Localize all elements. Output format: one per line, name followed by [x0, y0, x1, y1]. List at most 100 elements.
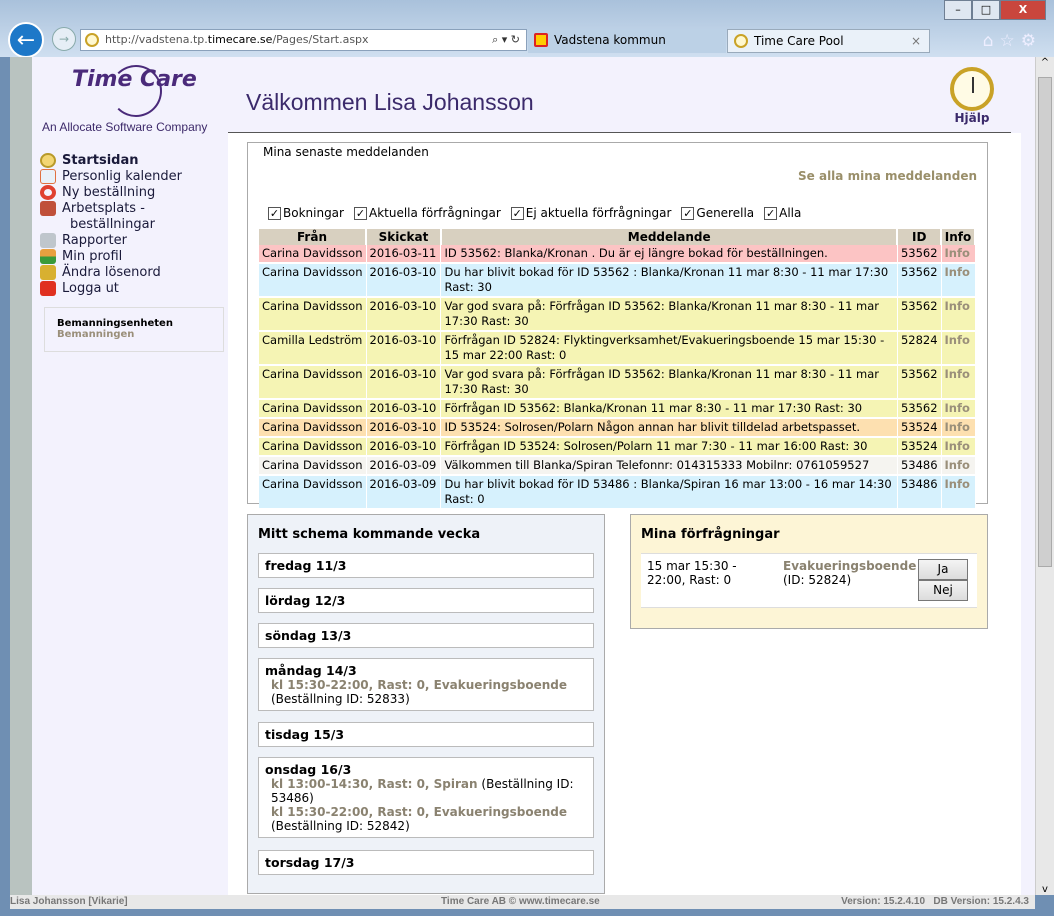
sidebar-item-profil[interactable]: Min profil: [40, 249, 182, 265]
sidebar-item-kalender[interactable]: Personlig kalender: [40, 169, 182, 185]
message-row[interactable]: Carina Davidsson 2016-03-10 Förfrågan ID 5…: [259, 437, 976, 457]
col-header-meddelande[interactable]: Meddelande: [440, 229, 899, 245]
msg-info-link[interactable]: Info: [941, 437, 976, 457]
msg-sent: 2016-03-11: [366, 245, 442, 264]
message-row[interactable]: Carina Davidsson 2016-03-10 ID 53524: Solr…: [259, 418, 976, 438]
msg-info-link[interactable]: Info: [941, 365, 976, 400]
nav-label: Ändra lösenord: [62, 265, 161, 280]
filter-label: Bokningar: [283, 206, 344, 220]
msg-sent: 2016-03-09: [366, 456, 442, 476]
message-row[interactable]: Camilla Ledström 2016-03-10 Förfrågan ID 5…: [259, 331, 976, 366]
sidebar-item-rapporter[interactable]: Rapporter: [40, 233, 182, 249]
msg-info-link[interactable]: Info: [941, 245, 976, 264]
maximize-button[interactable]: □: [972, 0, 1000, 20]
sidebar-item-logga-ut[interactable]: Logga ut: [40, 281, 182, 297]
day-label: tisdag 15/3: [265, 727, 345, 742]
accept-button[interactable]: Ja: [918, 559, 968, 580]
filter-generella[interactable]: ✓ Generella: [681, 206, 754, 220]
see-all-messages-link[interactable]: Se alla mina meddelanden: [798, 169, 977, 183]
tab-close-icon[interactable]: ×: [911, 30, 921, 52]
vertical-scrollbar[interactable]: ^ v: [1035, 57, 1054, 895]
checkbox-checked[interactable]: ✓: [353, 206, 367, 220]
message-row[interactable]: Carina Davidsson 2016-03-11 ID 53562: Blan…: [259, 245, 976, 264]
checkbox-checked[interactable]: ✓: [510, 206, 524, 220]
clock-icon: [40, 153, 56, 168]
logo[interactable]: Time Care: [72, 67, 197, 92]
sidebar-item-ny-bestallning[interactable]: Ny beställning: [40, 185, 182, 201]
checkbox-checked[interactable]: ✓: [268, 206, 281, 220]
gear-icon[interactable]: ⚙: [1021, 31, 1042, 51]
msg-info-link[interactable]: Info: [941, 331, 976, 366]
clock-icon: [950, 67, 994, 111]
day-label: onsdag 16/3: [265, 762, 352, 777]
message-row[interactable]: Carina Davidsson 2016-03-10 Var god svara …: [259, 297, 976, 332]
status-copyright[interactable]: Time Care AB © www.timecare.se: [441, 896, 600, 907]
request-id: (ID: 52824): [783, 573, 852, 587]
sidebar-item-arbetsplats[interactable]: Arbetsplats - beställningar: [40, 201, 182, 233]
shift-time[interactable]: kl 15:30-22:00, Rast: 0, Evakueringsboen…: [271, 678, 567, 692]
star-icon[interactable]: ☆: [1000, 31, 1021, 51]
message-row[interactable]: Carina Davidsson 2016-03-10 Var god svara …: [259, 365, 976, 400]
msg-text: Välkommen till Blanka/Spiran Telefonnr: …: [440, 456, 898, 476]
day-label: lördag 12/3: [265, 593, 346, 608]
nav-label: Rapporter: [62, 233, 127, 248]
shift-entry: kl 15:30-22:00, Rast: 0, Evakueringsboen…: [265, 678, 587, 706]
scrollbar-thumb[interactable]: [1038, 77, 1052, 567]
msg-sent: 2016-03-10: [366, 365, 442, 400]
unit-box: Bemanningsenheten Bemanningen: [44, 307, 224, 352]
checkbox-checked[interactable]: ✓: [681, 206, 695, 220]
minimize-button[interactable]: –: [944, 0, 972, 20]
msg-from: Carina Davidsson: [259, 365, 367, 400]
shift-time[interactable]: kl 13:00-14:30, Rast: 0, Spiran: [271, 777, 478, 791]
message-row[interactable]: Carina Davidsson 2016-03-09 Välkommen till…: [259, 456, 976, 476]
msg-text: Förfrågan ID 53562: Blanka/Kronan 11 mar…: [440, 399, 898, 419]
schedule-day: onsdag 16/3 kl 13:00-14:30, Rast: 0, Spir…: [258, 757, 594, 838]
filter-label: Ej aktuella förfrågningar: [525, 206, 672, 220]
decline-button[interactable]: Nej: [918, 580, 968, 601]
forward-button[interactable]: →: [52, 27, 76, 51]
sidebar-item-losenord[interactable]: Ändra lösenord: [40, 265, 182, 281]
nav-label-line2: beställningar: [70, 217, 155, 232]
search-refresh-icon[interactable]: ⌕ ▾ ↻: [492, 30, 520, 50]
checkbox-checked[interactable]: ✓: [764, 206, 778, 220]
address-bar[interactable]: http://vadstena.tp.timecare.se/Pages/Sta…: [80, 29, 527, 51]
shift-time[interactable]: kl 15:30-22:00, Rast: 0, Evakueringsboen…: [271, 805, 567, 819]
filter-ej-aktuella[interactable]: ✓ Ej aktuella förfrågningar: [510, 206, 672, 220]
request-place-name[interactable]: Evakueringsboende: [783, 559, 916, 573]
msg-info-link[interactable]: Info: [941, 263, 976, 298]
tab-vadstena[interactable]: Vadstena kommun: [528, 29, 726, 53]
home-icon[interactable]: ⌂: [983, 31, 1000, 51]
filter-alla[interactable]: ✓ Alla: [764, 206, 801, 220]
col-header-fran[interactable]: Från: [259, 229, 368, 245]
msg-sent: 2016-03-10: [366, 437, 442, 457]
msg-info-link[interactable]: Info: [941, 399, 976, 419]
msg-info-link[interactable]: Info: [941, 475, 976, 510]
close-window-button[interactable]: X: [1000, 0, 1046, 20]
day-label: torsdag 17/3: [265, 855, 355, 870]
msg-info-link[interactable]: Info: [941, 418, 976, 438]
col-header-id[interactable]: ID: [897, 229, 943, 245]
message-filters: ✓ Bokningar ✓ Aktuella förfrågningar ✓ Ej a…: [268, 206, 801, 220]
clock-icon: [734, 34, 748, 48]
message-row[interactable]: Carina Davidsson 2016-03-10 Du har blivit …: [259, 263, 976, 298]
back-button[interactable]: ←: [8, 22, 44, 58]
request-time: 15 mar 15:30 - 22:00, Rast: 0: [647, 559, 737, 587]
schedule-panel: Mitt schema kommande vecka fredag 11/3 lö…: [247, 514, 605, 894]
msg-info-link[interactable]: Info: [941, 456, 976, 476]
msg-from: Carina Davidsson: [259, 263, 367, 298]
message-row[interactable]: Carina Davidsson 2016-03-10 Förfrågan ID 5…: [259, 399, 976, 419]
filter-aktuella[interactable]: ✓ Aktuella förfrågningar: [353, 206, 501, 220]
toolbar-icons: ⌂☆⚙: [983, 31, 1042, 51]
scroll-up-icon[interactable]: ^: [1036, 57, 1054, 68]
filter-bokningar[interactable]: ✓ Bokningar: [268, 206, 344, 220]
msg-info-link[interactable]: Info: [941, 297, 976, 332]
col-header-skickat[interactable]: Skickat: [366, 229, 442, 245]
sidebar-item-startsidan[interactable]: Startsidan: [40, 153, 182, 169]
msg-id: 53562: [897, 365, 942, 400]
schedule-day: fredag 11/3: [258, 553, 594, 578]
help-button[interactable]: Hjälp: [950, 67, 994, 125]
message-row[interactable]: Carina Davidsson 2016-03-09 Du har blivit …: [259, 475, 976, 510]
unit-sub[interactable]: Bemanningen: [57, 329, 223, 340]
scroll-down-icon[interactable]: v: [1036, 884, 1054, 895]
tab-timecare[interactable]: Time Care Pool ×: [727, 29, 930, 53]
